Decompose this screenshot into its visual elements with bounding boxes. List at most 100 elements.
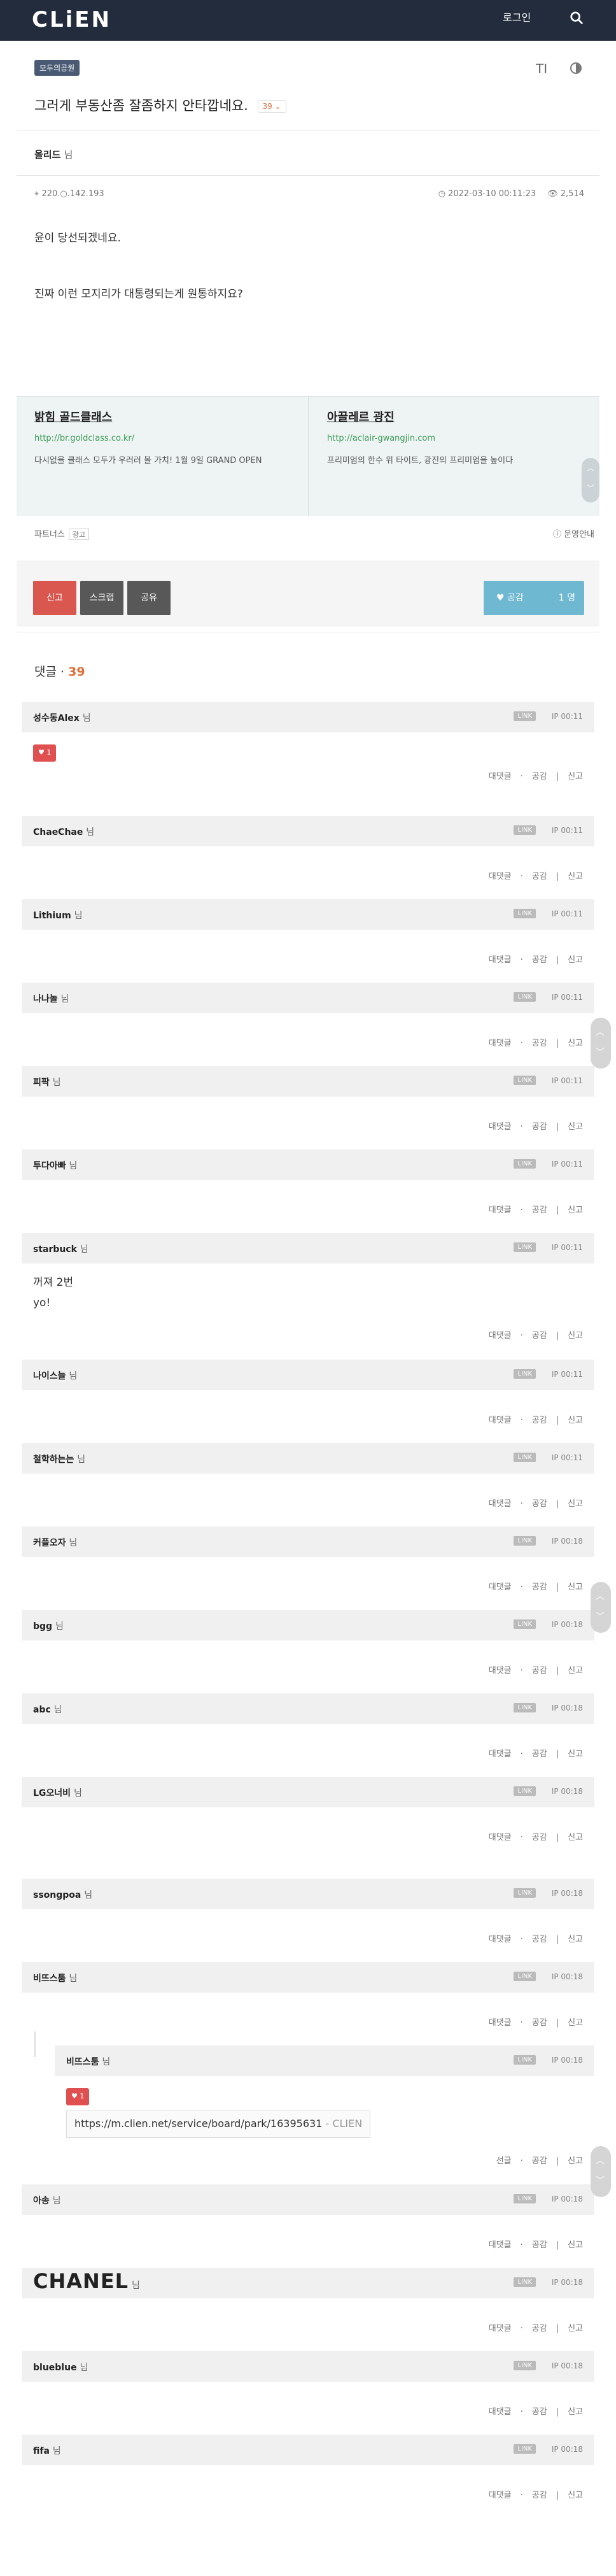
comment-author-name[interactable]: LG오너비 — [33, 1788, 71, 1798]
comment-author-name[interactable]: 비뜨스툼 — [33, 1974, 66, 1984]
comment-author-name[interactable]: 철학하는는 — [33, 1455, 74, 1465]
reply-button[interactable]: 대댓글 — [489, 2240, 512, 2250]
login-link[interactable]: 로그인 — [503, 9, 531, 24]
comment-like-button[interactable]: 공감 — [532, 2324, 547, 2333]
comment-report-button[interactable]: 신고 — [568, 2156, 583, 2166]
font-size-icon[interactable]: TI — [536, 61, 547, 76]
comment-author-name[interactable]: 아송 — [33, 2196, 50, 2206]
comment-link-button[interactable]: LINK — [514, 1536, 536, 1546]
reply-button[interactable]: 대댓글 — [489, 1039, 512, 1048]
reply-button[interactable]: 대댓글 — [489, 2324, 512, 2333]
comment-author-name[interactable]: Lithium — [33, 911, 71, 921]
comment-link-button[interactable]: LINK — [514, 711, 536, 721]
comment-like-button[interactable]: 공감 — [532, 1416, 547, 1425]
comment-link-button[interactable]: LINK — [514, 1703, 536, 1712]
comment-link-button[interactable]: LINK — [514, 1888, 536, 1898]
board-tag[interactable]: 모두의공원 — [34, 60, 80, 76]
comment-report-button[interactable]: 신고 — [568, 2240, 583, 2250]
comment-author[interactable]: bgg 님 — [33, 1619, 64, 1632]
reply-button[interactable]: 대댓글 — [489, 1833, 512, 1842]
ad-scroll-control[interactable]: ︿ ﹀ — [582, 458, 599, 502]
comment-url-link[interactable]: https://m.clien.net/service/board/park/1… — [66, 2110, 371, 2138]
policy-link[interactable]: ⓘ 운영안내 — [553, 527, 594, 539]
comment-like-button[interactable]: 공감 — [532, 872, 547, 881]
comment-link-button[interactable]: LINK — [514, 1159, 536, 1169]
comment-like-button[interactable]: 공감 — [532, 2018, 547, 2028]
search-button[interactable] — [565, 6, 591, 32]
ad-title[interactable]: 아끌레르 광진 — [327, 408, 594, 425]
report-button[interactable]: 신고 — [33, 581, 76, 615]
comment-author-name[interactable]: CHANEL — [33, 2269, 129, 2293]
comment-author[interactable]: 성수동Alex 님 — [33, 711, 91, 724]
comment-like-button[interactable]: 공감 — [532, 772, 547, 781]
comment-link-button[interactable]: LINK — [514, 1076, 536, 1085]
comment-link-button[interactable]: LINK — [514, 1619, 536, 1629]
ad-info-button[interactable]: 광고 — [68, 529, 90, 540]
comment-like-button[interactable]: 공감 — [532, 1331, 547, 1341]
comment-author-name[interactable]: starbuck — [33, 1244, 77, 1255]
comment-author-name[interactable]: 투다아빠 — [33, 1161, 66, 1171]
comment-link-button[interactable]: LINK — [514, 1242, 536, 1252]
comment-report-button[interactable]: 신고 — [568, 2324, 583, 2333]
comment-like-badge[interactable]: ♥ 1 — [66, 2088, 90, 2105]
comment-report-button[interactable]: 신고 — [568, 1039, 583, 1048]
reply-button[interactable]: 대댓글 — [489, 955, 512, 965]
comment-report-button[interactable]: 신고 — [568, 1122, 583, 1132]
reply-button[interactable]: 대댓글 — [489, 1666, 512, 1676]
ad-item[interactable]: 밝힘 골드클래스 http://br.goldclass.co.kr/ 다시없을… — [34, 408, 302, 469]
comment-author-name[interactable]: ssongpoa — [33, 1890, 81, 1900]
comment-author[interactable]: 커플오자 님 — [33, 1536, 77, 1549]
policy-label[interactable]: 운영안내 — [564, 530, 594, 539]
reply-button[interactable]: 대댓글 — [489, 2407, 512, 2417]
comment-like-badge[interactable]: ♥ 1 — [33, 744, 57, 762]
comment-author-name[interactable]: blueblue — [33, 2363, 77, 2373]
comment-author[interactable]: 비뜨스툼 님 — [66, 2055, 110, 2068]
comment-author-name[interactable]: 나나놀 — [33, 994, 58, 1004]
comment-report-button[interactable]: 신고 — [568, 1583, 583, 1592]
author-name[interactable]: 올리드 — [34, 149, 60, 160]
scroll-nav[interactable] — [591, 1582, 611, 1633]
url-text[interactable]: https://m.clien.net/service/board/park/1… — [74, 2117, 322, 2130]
comment-link-button[interactable]: LINK — [514, 1453, 536, 1462]
comment-author-name[interactable]: 성수동Alex — [33, 713, 80, 723]
comment-author-name[interactable]: ChaeChae — [33, 827, 83, 837]
comment-report-button[interactable]: 신고 — [568, 2018, 583, 2028]
comment-author[interactable]: LG오너비 님 — [33, 1786, 82, 1799]
comment-like-button[interactable]: 공감 — [532, 1039, 547, 1048]
reply-button[interactable]: 대댓글 — [489, 1416, 512, 1425]
comment-author-name[interactable]: 피팍 — [33, 1078, 50, 1088]
comment-author[interactable]: abc 님 — [33, 1703, 62, 1716]
reply-button[interactable]: 대댓글 — [489, 1122, 512, 1132]
comment-report-button[interactable]: 신고 — [568, 1935, 583, 1944]
comment-report-button[interactable]: 신고 — [568, 772, 583, 781]
ad-item[interactable]: 아끌레르 광진 http://aclair-gwangjin.com 프리미엄의… — [327, 408, 594, 469]
comment-like-button[interactable]: 공감 — [532, 1666, 547, 1676]
comment-author[interactable]: blueblue 님 — [33, 2361, 88, 2373]
comment-link-button[interactable]: LINK — [514, 2277, 536, 2287]
comment-author[interactable]: starbuck 님 — [33, 1242, 88, 1255]
comment-author[interactable]: 철학하는는 님 — [33, 1453, 85, 1465]
comment-author-name[interactable]: 비뜨스툼 — [66, 2057, 99, 2067]
reply-button[interactable]: 대댓글 — [489, 872, 512, 881]
comment-author-name[interactable]: bgg — [33, 1621, 52, 1632]
comment-link-button[interactable]: LINK — [514, 2444, 536, 2454]
clien-logo[interactable]: CLiEN — [32, 7, 111, 32]
comment-link-button[interactable]: LINK — [514, 1786, 536, 1796]
ad-title[interactable]: 밝힘 골드클래스 — [34, 408, 302, 425]
comment-link-button[interactable]: LINK — [514, 992, 536, 1002]
comment-author-name[interactable]: 나이스늘 — [33, 1371, 66, 1381]
comment-like-button[interactable]: 공감 — [532, 1583, 547, 1592]
scroll-nav[interactable] — [591, 2146, 611, 2197]
reply-button[interactable]: 대댓글 — [489, 2491, 512, 2500]
comment-author[interactable]: 비뜨스툼 님 — [33, 1972, 77, 1984]
comment-like-button[interactable]: 공감 — [532, 1833, 547, 1842]
comment-like-button[interactable]: 공감 — [532, 955, 547, 965]
comment-author[interactable]: 아송 님 — [33, 2194, 61, 2207]
comment-report-button[interactable]: 신고 — [568, 955, 583, 965]
comment-link-button[interactable]: LINK — [514, 1972, 536, 1981]
comment-report-button[interactable]: 신고 — [568, 2491, 583, 2500]
reply-button[interactable]: 선글 — [496, 2156, 512, 2166]
comment-report-button[interactable]: 신고 — [568, 872, 583, 881]
reply-button[interactable]: 대댓글 — [489, 2018, 512, 2028]
comment-link-button[interactable]: LINK — [514, 2194, 536, 2203]
